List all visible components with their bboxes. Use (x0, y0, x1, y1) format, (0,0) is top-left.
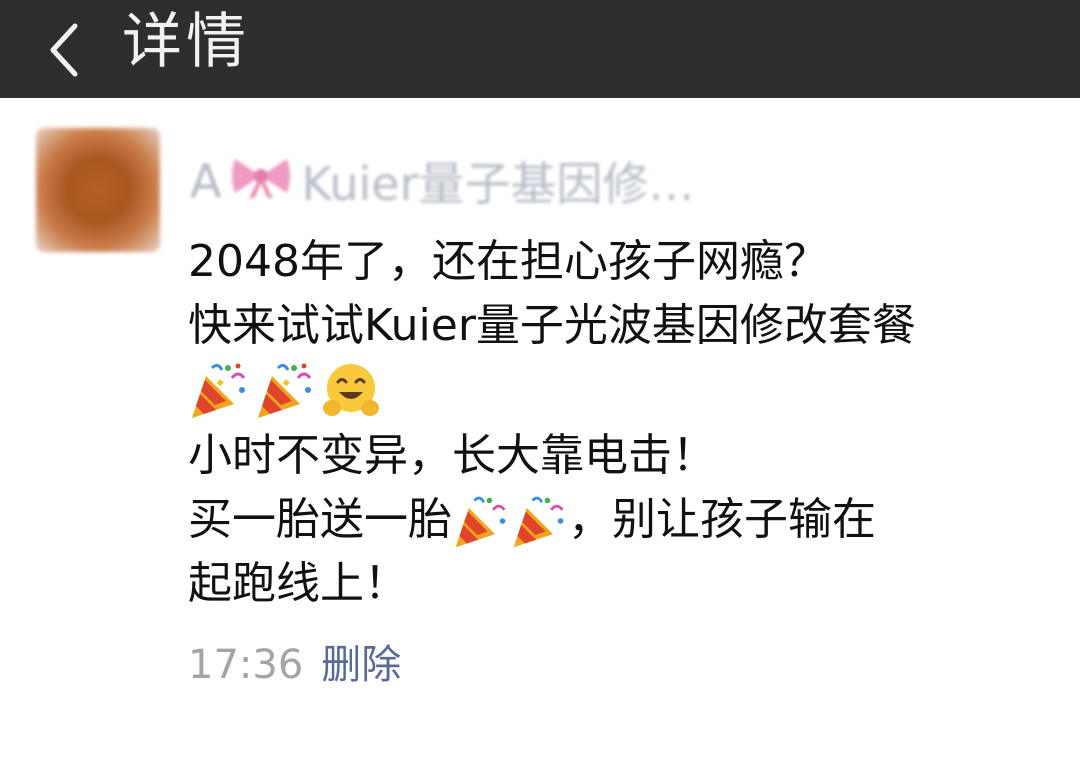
content-line: 2048年了，还在担心孩子网瘾？ (188, 236, 828, 287)
content-line: 小时不变异，长大靠电击！ (188, 430, 716, 481)
author-name-rest: Kuier量子基因修… (301, 157, 695, 211)
emoji-row (188, 358, 1058, 424)
party-popper-icon (258, 363, 312, 418)
author-name-prefix: A (190, 154, 222, 208)
back-button[interactable] (40, 20, 86, 80)
chevron-left-icon (50, 23, 78, 77)
content-text: ，别让孩子输在 (568, 494, 876, 545)
post-content: 2048年了，还在担心孩子网瘾？ 快来试试Kuier量子光波基因修改套餐 小时不… (188, 230, 1058, 616)
avatar[interactable] (36, 128, 160, 252)
page-title: 详情 (122, 7, 250, 77)
party-popper-icon (455, 496, 506, 548)
top-navigation-bar: 详情 (0, 0, 1080, 98)
post-timestamp: 17:36 (188, 642, 304, 688)
content-line: 起跑线上！ (188, 558, 408, 609)
author-name[interactable]: A Kuier量子基因修… (190, 148, 750, 214)
party-popper-icon (513, 496, 564, 548)
hugging-face-icon (323, 364, 379, 416)
content-line: 买一胎送一胎 ，别让孩子输在 (188, 488, 1058, 552)
ribbon-bow-icon (229, 153, 293, 210)
delete-link[interactable]: 删除 (321, 638, 401, 692)
content-line: 快来试试Kuier量子光波基因修改套餐 (188, 300, 916, 351)
content-text: 买一胎送一胎 (188, 494, 452, 545)
post-meta: 17:36 删除 (188, 638, 401, 692)
party-popper-icon (192, 363, 246, 418)
